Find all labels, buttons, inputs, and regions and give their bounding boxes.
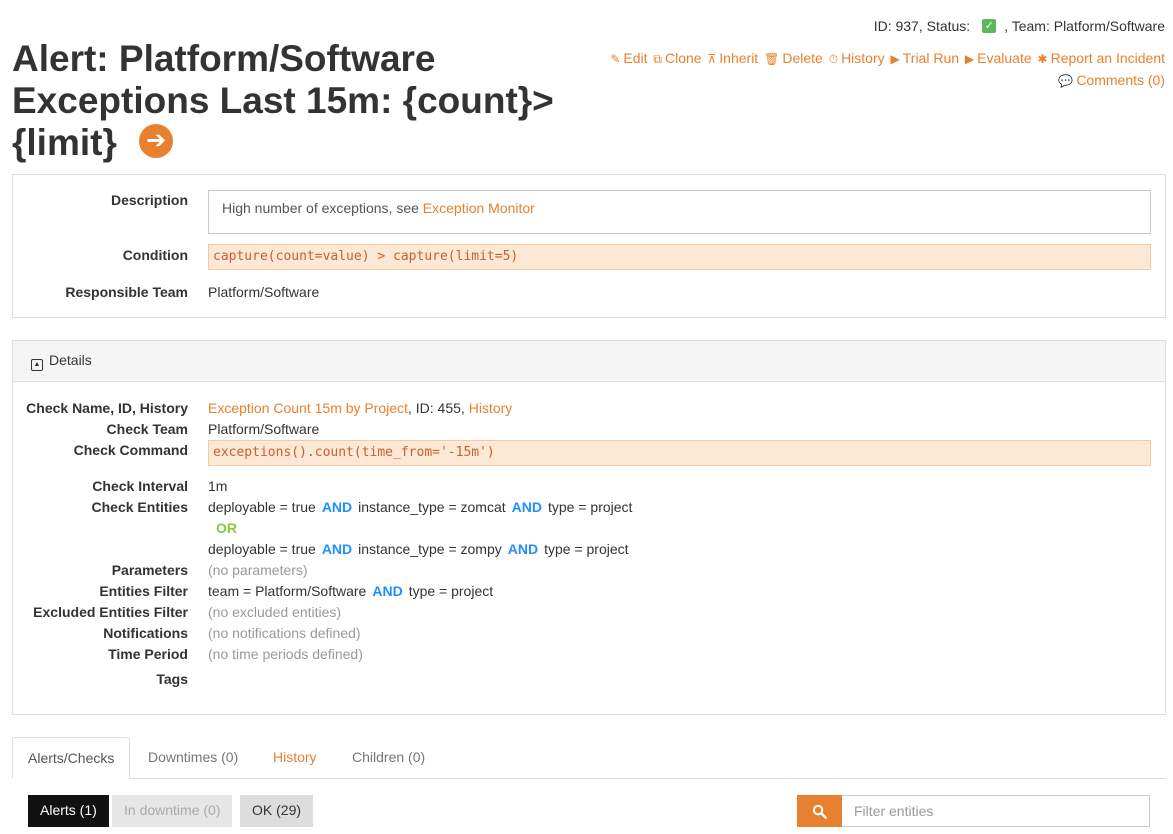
evaluate-link[interactable]: ▶ Evaluate bbox=[965, 50, 1032, 66]
comments-icon: 💬 bbox=[1058, 74, 1074, 88]
clock-icon: ⏱ bbox=[828, 52, 839, 66]
check-entities-label: Check Entities bbox=[91, 499, 188, 515]
page-title: Alert: Platform/Software Exceptions Last… bbox=[12, 38, 572, 164]
search-icon bbox=[812, 804, 827, 819]
details-toggle[interactable]: ▲ Details bbox=[13, 341, 1165, 382]
notifications-label: Notifications bbox=[103, 625, 188, 641]
status-ok-icon: ✓ bbox=[982, 19, 997, 33]
edit-link[interactable]: ✎ Edit bbox=[610, 50, 647, 66]
and-keyword: AND bbox=[511, 499, 542, 515]
tab-downtimes[interactable]: Downtimes (0) bbox=[133, 737, 253, 779]
downtime-filter-button[interactable]: In downtime (0) bbox=[112, 795, 233, 827]
parameters-value: (no parameters) bbox=[208, 562, 308, 578]
or-keyword: OR bbox=[216, 520, 237, 536]
and-keyword: AND bbox=[321, 541, 353, 557]
details-heading: Details bbox=[49, 352, 92, 368]
alert-summary-panel: Description High number of exceptions, s… bbox=[12, 174, 1166, 318]
responsible-team-label: Responsible Team bbox=[65, 284, 188, 300]
check-interval-value: 1m bbox=[208, 478, 228, 494]
trash-icon: 🗑 bbox=[764, 52, 780, 66]
inherit-link[interactable]: ⊼ Inherit bbox=[707, 50, 758, 66]
alerts-filter-button[interactable]: Alerts (1) bbox=[28, 795, 109, 827]
comments-link[interactable]: 💬 Comments (0) bbox=[1058, 72, 1165, 88]
report-incident-link[interactable]: ✱ Report an Incident bbox=[1038, 50, 1165, 66]
description-text: High number of exceptions, see bbox=[222, 200, 423, 216]
check-id-text: , ID: 455, bbox=[408, 400, 469, 416]
excluded-entities-label: Excluded Entities Filter bbox=[33, 604, 188, 620]
and-keyword: AND bbox=[321, 499, 353, 515]
check-name-link[interactable]: Exception Count 15m by Project bbox=[208, 400, 408, 416]
entities-filter-label: Entities Filter bbox=[99, 583, 188, 599]
description-box: High number of exceptions, see Exception… bbox=[208, 190, 1151, 234]
check-team-value: Platform/Software bbox=[208, 421, 320, 437]
bug-icon: ✱ bbox=[1037, 52, 1048, 66]
tab-history[interactable]: History bbox=[258, 737, 332, 779]
check-interval-label: Check Interval bbox=[92, 478, 188, 494]
clone-icon: ⧉ bbox=[653, 52, 662, 66]
clone-link[interactable]: ⧉ Clone bbox=[653, 50, 701, 66]
ok-filter-button[interactable]: OK (29) bbox=[240, 795, 314, 827]
edit-icon: ✎ bbox=[610, 52, 621, 66]
alert-id-status: ID: 937, Status: bbox=[873, 18, 971, 34]
parameters-label: Parameters bbox=[111, 562, 188, 578]
exception-monitor-link[interactable]: Exception Monitor bbox=[423, 200, 535, 216]
delete-link[interactable]: 🗑 Delete bbox=[764, 50, 823, 66]
time-period-label: Time Period bbox=[108, 646, 188, 662]
description-label: Description bbox=[110, 192, 188, 208]
page-title-text: Alert: Platform/Software Exceptions Last… bbox=[12, 38, 554, 163]
check-team-label: Check Team bbox=[106, 421, 188, 437]
trial-run-link[interactable]: ▶ Trial Run bbox=[891, 50, 960, 66]
condition-code: capture(count=value) > capture(limit=5) bbox=[208, 244, 1151, 270]
entity-group-2: deployable = true AND instance_type = zomp… bbox=[208, 541, 629, 557]
tags-label: Tags bbox=[156, 671, 188, 687]
check-command-code: exceptions().count(time_from='-15m') bbox=[208, 440, 1151, 466]
sitemap-icon: ⊼ bbox=[707, 52, 717, 66]
check-name-value: Exception Count 15m by Project, ID: 455,… bbox=[208, 400, 512, 416]
responsible-team-value: Platform/Software bbox=[208, 284, 320, 300]
and-keyword: AND bbox=[507, 541, 539, 557]
time-period-value: (no time periods defined) bbox=[208, 646, 363, 662]
check-history-link[interactable]: History bbox=[469, 400, 513, 416]
alert-team: , Team: Platform/Software bbox=[1004, 18, 1165, 34]
entity-group-1: deployable = true AND instance_type = zomc… bbox=[208, 499, 633, 515]
search-button[interactable] bbox=[797, 795, 842, 827]
arrow-right-circle-icon[interactable]: ➔ bbox=[139, 124, 174, 159]
check-name-label: Check Name, ID, History bbox=[26, 400, 188, 416]
tab-alerts-checks[interactable]: Alerts/Checks bbox=[12, 737, 131, 779]
condition-label: Condition bbox=[122, 247, 188, 263]
notifications-value: (no notifications defined) bbox=[208, 625, 361, 641]
history-link[interactable]: ⏱ History bbox=[829, 50, 885, 66]
alert-actions: ✎ Edit ⧉ Clone ⊼ Inherit 🗑 Delete ⏱ History ▶… bbox=[605, 48, 1165, 92]
play-icon: ▶ bbox=[890, 52, 900, 66]
details-panel: ▲ Details Check Name, ID, History Excepti… bbox=[12, 340, 1166, 715]
check-command-label: Check Command bbox=[73, 442, 188, 458]
and-keyword: AND bbox=[372, 583, 403, 599]
tab-children[interactable]: Children (0) bbox=[337, 737, 440, 779]
entities-filter-value: team = Platform/Software AND type = projec… bbox=[208, 583, 494, 599]
excluded-entities-value: (no excluded entities) bbox=[208, 604, 342, 620]
alert-meta: ID: 937, Status: ✓ , Team: Platform/Soft… bbox=[874, 18, 1165, 34]
filter-entities-input[interactable] bbox=[842, 795, 1150, 827]
entity-search bbox=[797, 795, 1150, 827]
collapse-icon: ▲ bbox=[31, 359, 43, 371]
tab-bar: Alerts/Checks Downtimes (0) History Chil… bbox=[12, 737, 1166, 779]
play-icon: ▶ bbox=[964, 52, 975, 66]
